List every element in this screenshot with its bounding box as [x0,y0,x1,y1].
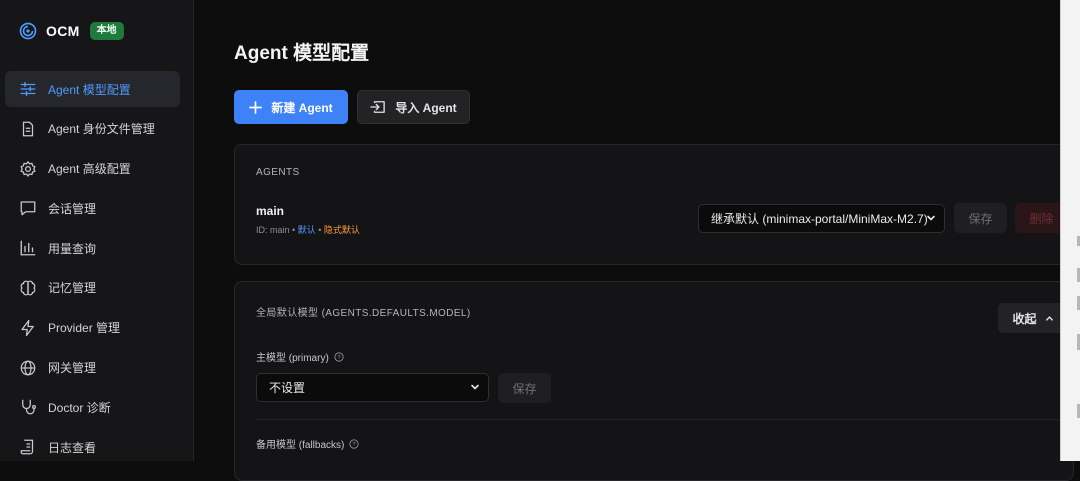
primary-model-label: 主模型 (primary) ? [256,349,344,364]
sidebar: OCM 本地 Agent 模型配置 Agent 身份文件管理 Agent 高级配… [0,0,194,461]
primary-model-label-text: 主模型 (primary) [256,353,329,364]
agents-section-title: AGENTS [256,167,300,178]
help-icon[interactable]: ? [349,438,359,449]
sidebar-item-label: Provider 管理 [48,321,121,336]
sidebar-item-agent-model-config[interactable]: Agent 模型配置 [5,71,180,107]
gear-icon [19,160,37,178]
file-icon [19,120,37,138]
new-agent-label: 新建 Agent [271,100,333,115]
sidebar-item-label: 会话管理 [48,201,97,216]
collapse-label: 收起 [1012,311,1037,326]
plus-icon [249,100,263,114]
sidebar-nav: Agent 模型配置 Agent 身份文件管理 Agent 高级配置 会话管理 … [5,71,180,469]
logo-spiral-icon [19,22,37,40]
agent-model-select[interactable]: 继承默认 (minimax-portal/MiniMax-M2.7) [698,204,945,233]
sidebar-item-label: 用量查询 [48,241,97,256]
collapse-button[interactable]: 收起 [998,303,1068,333]
import-icon [370,100,386,114]
sidebar-item-label: Agent 高级配置 [48,162,131,177]
divider [256,419,1068,420]
sidebar-item-sessions[interactable]: 会话管理 [5,190,180,226]
agent-model-select-value: 继承默认 (minimax-portal/MiniMax-M2.7) [711,212,928,226]
meta-separator: • [292,225,296,235]
stethoscope-icon [19,398,37,416]
agent-meta: ID: main • 默认 • 隐式默认 [256,223,360,236]
sidebar-item-gateway[interactable]: 网关管理 [5,350,180,386]
sidebar-item-memory[interactable]: 记忆管理 [5,270,180,306]
import-agent-button[interactable]: 导入 Agent [357,90,470,124]
sidebar-item-usage[interactable]: 用量查询 [5,230,180,266]
chevron-down-icon [471,384,479,390]
svg-text:?: ? [337,355,341,361]
brand: OCM 本地 [19,20,124,42]
sliders-icon [19,80,37,98]
help-icon[interactable]: ? [334,351,344,362]
scroll-icon [19,438,37,456]
chevron-up-icon [1045,315,1053,321]
agent-save-button[interactable]: 保存 [954,203,1007,233]
sidebar-item-agent-advanced[interactable]: Agent 高级配置 [5,151,180,187]
sidebar-item-label: 网关管理 [48,361,97,376]
fallbacks-model-label: 备用模型 (fallbacks) ? [256,436,359,451]
bar-chart-icon [19,239,37,257]
agent-id: ID: main [256,225,290,235]
meta-separator: • [318,225,322,235]
implicit-default-tag: 隐式默认 [323,225,360,235]
sidebar-item-label: 记忆管理 [48,281,97,296]
primary-model-select[interactable]: 不设置 [256,373,489,402]
local-badge: 本地 [89,22,124,40]
new-agent-button[interactable]: 新建 Agent [234,90,348,124]
brand-name: OCM [46,23,80,39]
svg-text:?: ? [353,442,357,448]
chevron-down-icon [927,215,935,221]
globe-icon [19,359,37,377]
page-title: Agent 模型配置 [234,43,370,64]
brain-icon [19,279,37,297]
chat-icon [19,199,37,217]
sidebar-item-label: Agent 模型配置 [48,82,131,97]
lightning-icon [19,319,37,337]
main-content: Agent 模型配置 新建 Agent 导入 Agent AGENTS main… [194,0,1074,481]
outer-window-edge [1060,0,1080,461]
sidebar-item-provider[interactable]: Provider 管理 [5,310,180,346]
primary-save-button[interactable]: 保存 [498,373,551,403]
sidebar-item-doctor[interactable]: Doctor 诊断 [5,389,180,425]
fallbacks-model-label-text: 备用模型 (fallbacks) [256,440,345,451]
defaults-section-title: 全局默认模型 (AGENTS.DEFAULTS.MODEL) [256,308,471,319]
sidebar-item-logs[interactable]: 日志查看 [5,429,180,465]
agents-card: AGENTS main ID: main • 默认 • 隐式默认 继承默认 (m… [234,144,1074,265]
sidebar-item-label: Agent 身份文件管理 [48,122,155,137]
default-tag: 默认 [297,225,316,235]
agent-name: main [256,204,285,218]
defaults-model-card: 全局默认模型 (AGENTS.DEFAULTS.MODEL) 收起 主模型 (p… [234,281,1074,481]
import-agent-label: 导入 Agent [395,100,457,115]
sidebar-item-label: Doctor 诊断 [48,400,111,415]
sidebar-item-agent-identity-files[interactable]: Agent 身份文件管理 [5,111,180,147]
primary-model-select-value: 不设置 [269,381,306,395]
sidebar-item-label: 日志查看 [48,440,97,455]
